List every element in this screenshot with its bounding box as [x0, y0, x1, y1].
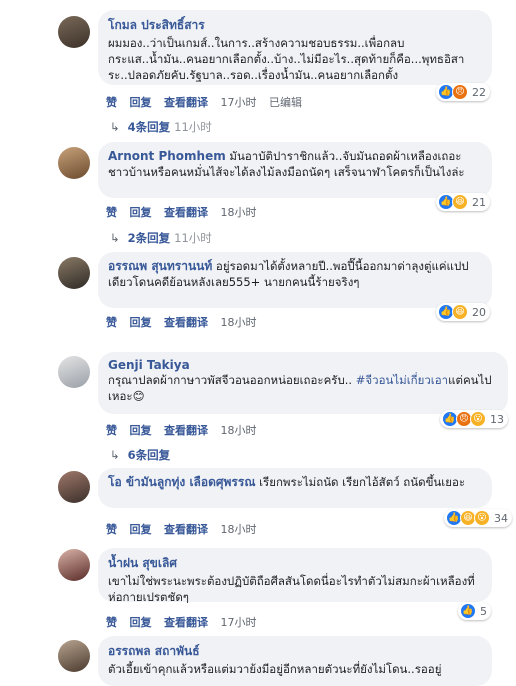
reaction-summary[interactable]: 👍 😆 21	[436, 193, 490, 211]
like-button[interactable]: 赞	[106, 96, 117, 109]
comment-bubble: โกมล ประสิทธิ์สาร ผมมอง..ว่าเป็นเกมส์..ใ…	[98, 10, 492, 85]
reaction-count: 20	[472, 305, 486, 319]
avatar[interactable]	[58, 257, 90, 289]
reply-button[interactable]: 回复	[130, 96, 152, 109]
commenter-name[interactable]: น้ำฝน สุขเลิศ	[108, 554, 482, 573]
avatar[interactable]	[58, 356, 90, 388]
like-button[interactable]: 赞	[106, 206, 117, 219]
reply-button[interactable]: 回复	[130, 616, 152, 629]
replies-count: 2条回复	[127, 231, 171, 245]
commenter-name[interactable]: Arnont Phomhem	[108, 149, 226, 163]
see-translation-link[interactable]: 查看翻译	[164, 616, 208, 629]
reply-button[interactable]: 回复	[130, 206, 152, 219]
commenter-name[interactable]: โอ ข้ามันลูกทุ่ง เลือดศุพรรณ	[108, 475, 255, 489]
view-replies-link[interactable]: ↳ 4条回复 11小时	[110, 119, 212, 135]
see-translation-link[interactable]: 查看翻译	[164, 523, 208, 536]
view-replies-link[interactable]: ↳ 2条回复 11小时	[110, 230, 212, 246]
reaction-summary[interactable]: 👍 😠 😮 13	[440, 410, 508, 428]
like-button[interactable]: 赞	[106, 424, 117, 437]
comment-bubble: น้ำฝน สุขเลิศ เขาไม่ใช่พระนะพระต้องปฏิบั…	[98, 548, 492, 604]
commenter-name[interactable]: Genji Takiya	[108, 358, 498, 372]
avatar[interactable]	[58, 147, 90, 179]
like-button[interactable]: 赞	[106, 616, 117, 629]
reaction-summary[interactable]: 👍 😠 22	[436, 83, 490, 101]
comment-text: เขาไม่ใช่พระนะพระต้องปฏิบัติถือศีลสันโดด…	[108, 574, 475, 604]
comment-text: ผมมอง..ว่าเป็นเกมส์..ในการ..สร้างความชอบ…	[108, 36, 465, 82]
reply-arrow-icon: ↳	[110, 448, 120, 462]
commenter-name[interactable]: อรรถพล สถาพันธ์	[108, 642, 482, 661]
edited-label[interactable]: 已编辑	[269, 96, 302, 109]
timestamp[interactable]: 17小时	[221, 96, 257, 109]
comment-actions: 赞 回复 查看翻译 17小时 已编辑	[106, 94, 311, 110]
see-translation-link[interactable]: 查看翻译	[164, 424, 208, 437]
like-button[interactable]: 赞	[106, 523, 117, 536]
replies-count: 4条回复	[127, 120, 171, 134]
angry-icon: 😠	[452, 84, 468, 100]
timestamp[interactable]: 18小时	[221, 206, 257, 219]
comment-bubble: โอ ข้ามันลูกทุ่ง เลือดศุพรรณ เรียกพระไม่…	[98, 468, 492, 508]
haha-icon: 😆	[452, 194, 468, 210]
replies-timestamp: 11小时	[174, 120, 212, 134]
comment-actions: 赞 回复 查看翻译 18小时	[106, 521, 266, 537]
reaction-count: 21	[472, 195, 486, 209]
comment-bubble: Genji Takiya กรุณาปลดผ้ากาษาวพัสจีวอนออก…	[98, 352, 508, 414]
hashtag-link[interactable]: #จีวอนไม่เกี่ยวเอา	[356, 373, 448, 387]
timestamp[interactable]: 17小时	[221, 616, 257, 629]
reaction-summary[interactable]: 👍 😆 😮 34	[444, 509, 512, 527]
avatar[interactable]	[58, 16, 90, 48]
reaction-count: 22	[472, 85, 486, 99]
haha-icon: 😆	[452, 304, 468, 320]
comment-bubble: อรรถพล สถาพันธ์ ตัวเอี้ยเข้าคุกแล้วหรือแ…	[98, 636, 492, 686]
comment-actions: 赞 回复 查看翻译 18小时	[106, 314, 266, 330]
comment-actions: 赞 回复 查看翻译 18小时	[106, 204, 266, 220]
see-translation-link[interactable]: 查看翻译	[164, 316, 208, 329]
timestamp[interactable]: 18小时	[221, 316, 257, 329]
see-translation-link[interactable]: 查看翻译	[164, 206, 208, 219]
avatar[interactable]	[58, 471, 90, 503]
reply-arrow-icon: ↳	[110, 120, 120, 134]
reply-arrow-icon: ↳	[110, 231, 120, 245]
comment-bubble: อรรณพ สุนทรานนท์ อยู่รอดมาได้ตั้งหลายปี.…	[98, 252, 492, 308]
like-icon: 👍	[460, 603, 476, 619]
avatar[interactable]	[58, 549, 90, 581]
reaction-summary[interactable]: 👍 5	[458, 602, 491, 620]
comment-text: ตัวเอี้ยเข้าคุกแล้วหรือแต่มวาย้งมีอยู่อี…	[108, 662, 442, 676]
reply-button[interactable]: 回复	[130, 316, 152, 329]
see-translation-link[interactable]: 查看翻译	[164, 96, 208, 109]
timestamp[interactable]: 18小时	[221, 424, 257, 437]
view-replies-link[interactable]: ↳ 6条回复	[110, 447, 170, 463]
commenter-name[interactable]: โกมล ประสิทธิ์สาร	[108, 16, 482, 35]
reaction-count: 34	[494, 511, 508, 525]
like-button[interactable]: 赞	[106, 316, 117, 329]
reply-button[interactable]: 回复	[130, 424, 152, 437]
timestamp[interactable]: 18小时	[221, 523, 257, 536]
commenter-name[interactable]: อรรณพ สุนทรานนท์	[108, 259, 212, 273]
comment-text: กรุณาปลดผ้ากาษาวพัสจีวอนออกหน่อยเถอะครับ…	[108, 373, 492, 403]
wow-icon: 😮	[470, 411, 486, 427]
replies-timestamp: 11小时	[174, 231, 212, 245]
replies-count: 6条回复	[127, 448, 171, 462]
avatar[interactable]	[58, 640, 90, 672]
comment-bubble: Arnont Phomhem มันอาบัติปาราชิกแล้ว..จับ…	[98, 142, 492, 198]
reply-button[interactable]: 回复	[130, 523, 152, 536]
comment-actions: 赞 回复 查看翻译 17小时	[106, 614, 266, 630]
reaction-summary[interactable]: 👍 😆 20	[436, 303, 490, 321]
comment-text: เรียกพระไม่ถนัด เรียกไอ้สัตว์ ถนัดขึ้นเย…	[259, 475, 466, 489]
wow-icon: 😮	[474, 510, 490, 526]
reaction-count: 13	[490, 412, 504, 426]
comment-actions: 赞 回复 查看翻译 18小时	[106, 422, 266, 438]
reaction-count: 5	[480, 604, 487, 618]
